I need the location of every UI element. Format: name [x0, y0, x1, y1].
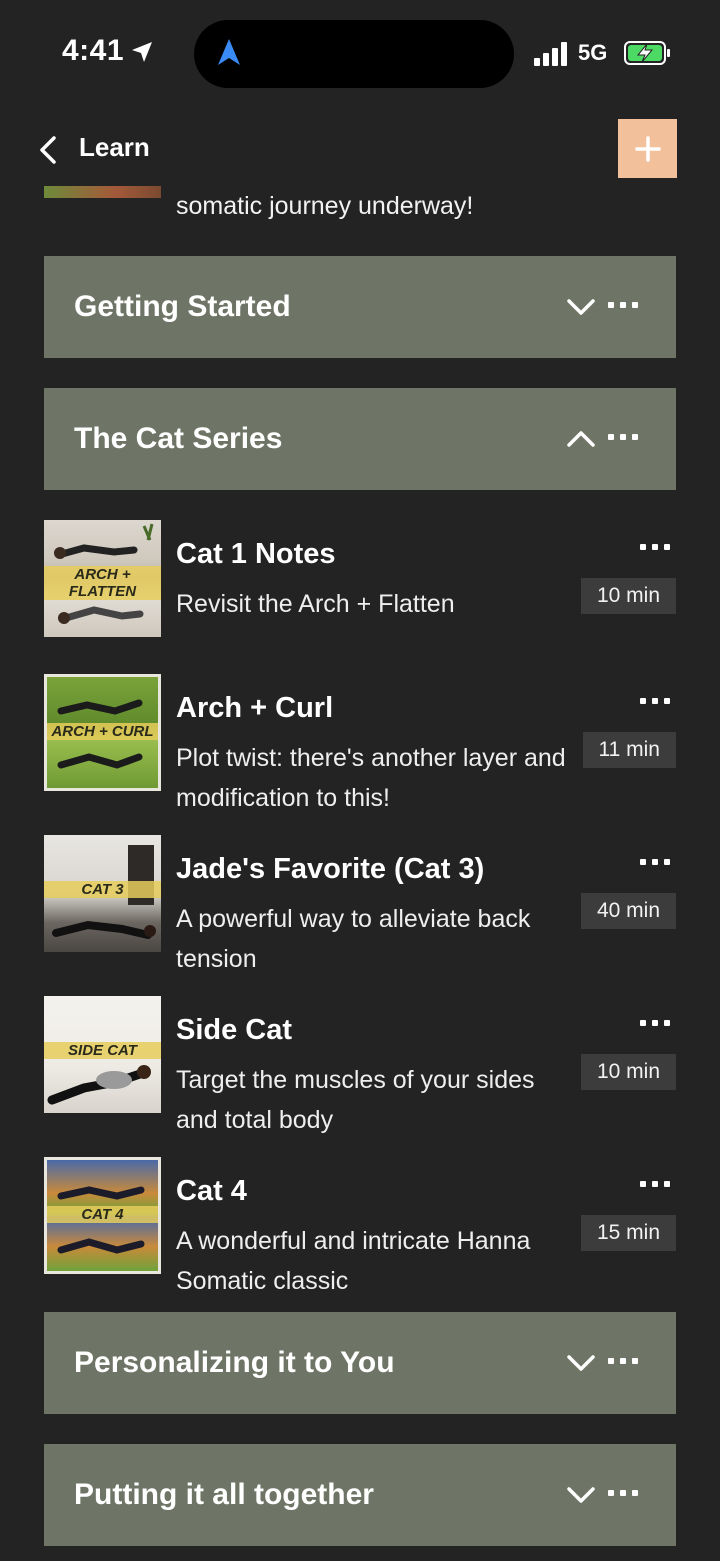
lesson-thumbnail: CAT 3 — [44, 835, 161, 952]
lesson-thumbnail: CAT 4 — [44, 1157, 161, 1274]
thumbnail-caption: CAT 4 — [47, 1206, 158, 1223]
lesson-title: Side Cat — [176, 1014, 293, 1046]
back-chevron-icon[interactable] — [36, 134, 60, 166]
back-label[interactable]: Learn — [79, 132, 150, 163]
section-title: Personalizing it to You — [74, 1346, 395, 1379]
header: Learn — [0, 110, 720, 190]
lesson-description: Plot twist: there's another layer and mo… — [176, 744, 566, 812]
lesson-description: A powerful way to alleviate back tension — [176, 905, 531, 973]
lesson-item[interactable]: CAT 3 Jade's Favorite (Cat 3) A powerful… — [44, 835, 676, 985]
location-arrow-icon — [132, 42, 152, 62]
duration-badge: 15 min — [580, 1215, 676, 1251]
chevron-up-icon[interactable] — [566, 426, 596, 452]
lesson-thumbnail: SIDE CAT — [44, 996, 161, 1113]
more-options-icon[interactable] — [640, 1181, 670, 1187]
duration-badge: 10 min — [580, 1054, 676, 1090]
signal-icon — [534, 42, 567, 66]
chevron-down-icon[interactable] — [566, 1482, 596, 1508]
more-options-icon[interactable] — [640, 859, 670, 865]
battery-charging-icon — [624, 41, 670, 65]
section-the-cat-series[interactable]: The Cat Series — [44, 388, 676, 490]
section-title: The Cat Series — [74, 422, 283, 455]
add-button[interactable] — [618, 119, 677, 178]
lesson-description: Revisit the Arch + Flatten — [176, 590, 455, 618]
lesson-thumbnail: ARCH + CURL — [44, 674, 161, 791]
more-options-icon[interactable] — [608, 302, 638, 308]
status-time: 4:41 — [62, 34, 125, 67]
lesson-description: A wonderful and intricate Hanna Somatic … — [176, 1227, 531, 1295]
duration-badge: 10 min — [580, 578, 676, 614]
section-title: Getting Started — [74, 290, 291, 323]
more-options-icon[interactable] — [608, 434, 638, 440]
lesson-title: Jade's Favorite (Cat 3) — [176, 853, 485, 885]
thumbnail-caption: ARCH + CURL — [47, 723, 158, 740]
navigation-icon — [218, 39, 240, 65]
plus-icon — [634, 135, 661, 162]
lesson-item[interactable]: CAT 4 Cat 4 A wonderful and intricate Ha… — [44, 1157, 676, 1307]
section-personalizing-it-to-you[interactable]: Personalizing it to You — [44, 1312, 676, 1414]
lesson-title: Cat 1 Notes — [176, 538, 336, 570]
network-label: 5G — [578, 40, 608, 65]
lesson-item[interactable]: ARCH + CURL Arch + Curl Plot twist: ther… — [44, 674, 676, 824]
more-options-icon[interactable] — [640, 544, 670, 550]
dynamic-island — [194, 20, 514, 88]
partial-lesson-thumbnail[interactable] — [44, 186, 161, 198]
lesson-title: Cat 4 — [176, 1175, 247, 1207]
thumbnail-caption: CAT 3 — [44, 881, 161, 898]
lesson-title: Arch + Curl — [176, 692, 334, 724]
lesson-item[interactable]: ARCH + FLATTEN Cat 1 Notes Revisit the A… — [44, 520, 676, 670]
duration-badge: 11 min — [582, 732, 676, 768]
section-title: Putting it all together — [74, 1478, 374, 1511]
lesson-description: Target the muscles of your sides and tot… — [176, 1066, 535, 1134]
duration-badge: 40 min — [580, 893, 676, 929]
more-options-icon[interactable] — [608, 1490, 638, 1496]
more-options-icon[interactable] — [640, 698, 670, 704]
more-options-icon[interactable] — [608, 1358, 638, 1364]
section-putting-it-all-together[interactable]: Putting it all together — [44, 1444, 676, 1546]
thumbnail-caption: ARCH + FLATTEN — [44, 566, 161, 600]
thumbnail-caption: SIDE CAT — [44, 1042, 161, 1059]
more-options-icon[interactable] — [640, 1020, 670, 1026]
status-bar: 4:41 5G — [0, 0, 720, 110]
lesson-item[interactable]: SIDE CAT Side Cat Target the muscles of … — [44, 996, 676, 1146]
chevron-down-icon[interactable] — [566, 1350, 596, 1376]
chevron-down-icon[interactable] — [566, 294, 596, 320]
lesson-thumbnail: ARCH + FLATTEN — [44, 520, 161, 637]
partial-lesson-description: somatic journey underway! — [176, 192, 474, 220]
section-getting-started[interactable]: Getting Started — [44, 256, 676, 358]
